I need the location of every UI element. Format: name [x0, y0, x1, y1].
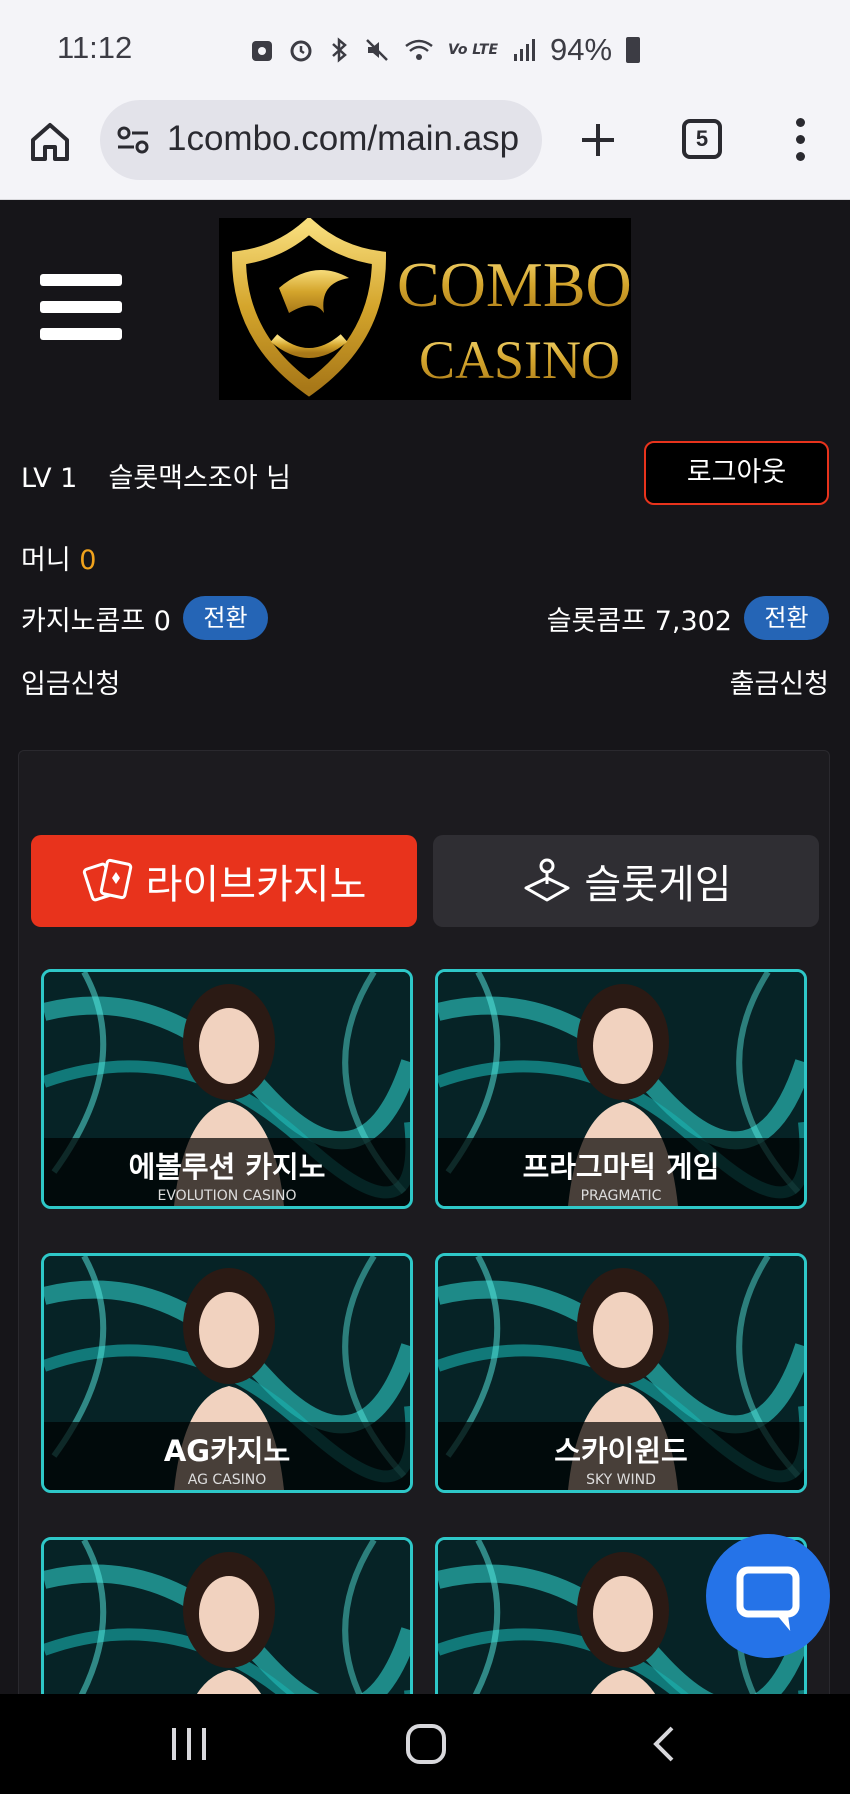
more-menu-icon[interactable] [796, 118, 806, 162]
game-tile-label: 프라그마틱 게임 PRAGMATIC [438, 1138, 804, 1206]
money-value: 0 [79, 545, 97, 576]
tab-slot-game-label: 슬롯게임 [584, 862, 732, 908]
user-level: LV 1 [21, 463, 78, 494]
money-row: 머니 0 [21, 538, 96, 577]
tab-slot-game[interactable]: 슬롯게임 [433, 835, 819, 927]
tab-switcher-button[interactable]: 5 [682, 119, 722, 159]
game-tile[interactable]: 프라그마틱 게임 PRAGMATIC [435, 969, 807, 1209]
site-settings-icon[interactable] [116, 124, 150, 156]
logo-text-combo: COMBO [397, 249, 631, 320]
playing-cards-icon [82, 858, 132, 902]
game-tile[interactable]: AG카지노 AG CASINO [41, 1253, 413, 1493]
home-icon[interactable] [28, 120, 72, 164]
logout-button[interactable]: 로그아웃 [644, 441, 829, 505]
game-name-en: EVOLUTION CASINO [157, 1188, 297, 1204]
chat-support-button[interactable] [706, 1534, 830, 1658]
deposit-link[interactable]: 입금신청 [21, 662, 120, 701]
tab-count: 5 [695, 126, 709, 151]
back-icon[interactable] [648, 1722, 678, 1766]
wifi-icon [405, 39, 433, 60]
volte-icon: Vo LTE [448, 42, 499, 58]
status-icons: Vo LTE 94% [250, 32, 641, 68]
slot-comp-convert-button[interactable]: 전환 [744, 596, 829, 640]
user-nickname: 슬롯맥스조아 님 [108, 463, 291, 494]
game-name-ko: 에볼루션 카지노 [128, 1150, 326, 1184]
user-level-row: LV 1 슬롯맥스조아 님 [21, 456, 291, 495]
new-tab-icon[interactable] [576, 118, 620, 162]
money-label: 머니 [21, 545, 71, 576]
url-bar[interactable]: 1combo.com/main.asp [100, 100, 542, 180]
tab-live-casino-label: 라이브카지노 [145, 862, 367, 908]
joystick-icon [524, 858, 570, 902]
game-tile[interactable]: 에볼루션 카지노 EVOLUTION CASINO [41, 969, 413, 1209]
logo-text-casino: CASINO [419, 330, 620, 390]
user-panel: LV 1 슬롯맥스조아 님 로그아웃 머니 0 카지노콤프 0 전환 슬롯콤프 … [0, 430, 850, 710]
status-time: 11:12 [57, 30, 133, 65]
game-tile[interactable]: 스카이윈드 SKY WIND [435, 1253, 807, 1493]
battery-percent: 94% [550, 32, 613, 67]
home-button-icon[interactable] [404, 1722, 448, 1766]
battery-icon [626, 37, 641, 63]
tab-live-casino[interactable]: 라이브카지노 [31, 835, 417, 927]
signal-icon [514, 39, 536, 61]
status-bar: 11:12 Vo LTE 94% [0, 0, 850, 100]
game-name-en: SKY WIND [586, 1472, 656, 1488]
casino-comp-convert-button[interactable]: 전환 [182, 596, 268, 640]
menu-icon[interactable] [40, 274, 122, 340]
url-text[interactable]: 1combo.com/main.asp [167, 119, 519, 159]
combo-casino-logo[interactable]: COMBO CASINO [219, 216, 632, 400]
browser-toolbar: 1combo.com/main.asp 5 [0, 100, 850, 200]
game-tile-label: 에볼루션 카지노 EVOLUTION CASINO [44, 1138, 410, 1206]
screenshot-icon [252, 41, 272, 61]
system-nav-bar [0, 1694, 850, 1794]
casino-comp-label: 카지노콤프 0 [21, 605, 171, 637]
chat-icon [736, 1566, 800, 1632]
game-name-en: PRAGMATIC [580, 1188, 662, 1204]
recent-apps-icon[interactable] [168, 1722, 210, 1766]
game-name-en: AG CASINO [187, 1472, 267, 1488]
alarm-icon [290, 40, 312, 62]
site-header: COMBO CASINO [0, 216, 850, 400]
bluetooth-icon [332, 37, 347, 63]
game-name-ko: 프라그마틱 게임 [522, 1150, 720, 1184]
slot-comp-row: 슬롯콤프 7,302 전환 [547, 596, 829, 640]
slot-comp-label: 슬롯콤프 7,302 [546, 605, 732, 637]
casino-comp-row: 카지노콤프 0 전환 [21, 596, 268, 640]
game-name-ko: AG카지노 [163, 1434, 291, 1468]
game-name-ko: 스카이윈드 [554, 1434, 688, 1468]
withdraw-link[interactable]: 출금신청 [730, 662, 829, 701]
game-tile-label: 스카이윈드 SKY WIND [438, 1422, 804, 1490]
mute-icon [366, 39, 388, 61]
game-tile-label: AG카지노 AG CASINO [44, 1422, 410, 1490]
